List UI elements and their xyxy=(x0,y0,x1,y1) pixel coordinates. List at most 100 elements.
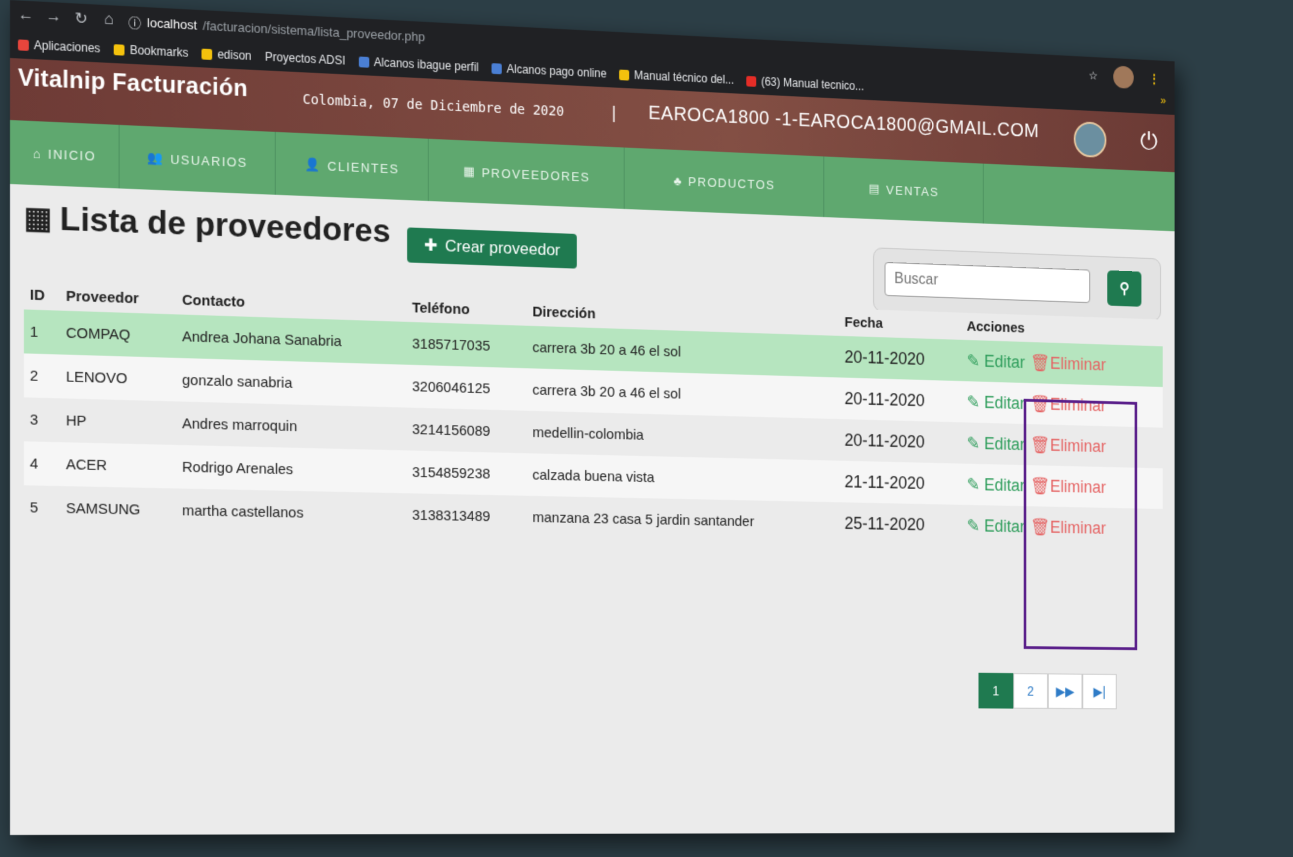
trash-icon: 🗑 xyxy=(1030,393,1051,414)
forward-icon[interactable]: → xyxy=(46,8,62,27)
trash-icon: 🗑 xyxy=(1030,352,1051,373)
pagination: 1 2 ▶▶ ▶| xyxy=(978,672,1117,710)
delete-label: Eliminar xyxy=(1050,353,1106,374)
menu-kebab-icon[interactable]: ⋮ xyxy=(1149,72,1159,85)
nav-item-inicio[interactable]: ⌂ INICIO xyxy=(10,120,120,189)
brand-title[interactable]: Vitalnip Facturación xyxy=(18,64,248,103)
delete-button[interactable]: 🗑Eliminar xyxy=(1030,353,1106,374)
delete-label: Eliminar xyxy=(1050,517,1106,538)
search-button[interactable]: ⚲ xyxy=(1107,270,1142,307)
logout-icon[interactable]: ⏻ xyxy=(1140,126,1158,156)
trash-icon: 🗑 xyxy=(1030,475,1051,496)
browser-window: ← → ↻ ⌂ ⓘ localhost/facturacion/sistema/… xyxy=(10,0,1175,835)
bookmark-label: Aplicaciones xyxy=(33,38,101,56)
cell-fecha: 20-11-2020 xyxy=(839,419,962,464)
edit-icon: ✎ xyxy=(966,433,985,453)
search-input[interactable] xyxy=(884,261,1091,304)
cell-telefono: 3185717035 xyxy=(406,321,527,369)
edit-button[interactable]: ✎ Editar xyxy=(967,351,1025,372)
bookmark-label: Alcanos ibague perfil xyxy=(373,55,479,75)
bookmark-icon xyxy=(358,55,370,68)
edit-icon: ✎ xyxy=(966,350,985,371)
delete-button[interactable]: 🗑Eliminar xyxy=(1030,476,1106,496)
cell-proveedor: COMPAQ xyxy=(59,310,177,358)
page-title-text: Lista de proveedores xyxy=(59,199,391,251)
star-icon[interactable]: ☆ xyxy=(1089,69,1098,82)
bookmark-item[interactable]: Proyectos ADSI xyxy=(265,50,345,68)
header-separator: | xyxy=(611,102,617,123)
bookmark-item[interactable]: Manual técnico del... xyxy=(619,68,734,87)
bookmark-item[interactable]: (63) Manual tecnico... xyxy=(746,74,865,94)
home-icon[interactable]: ⌂ xyxy=(101,11,117,30)
nav-icon: ⌂ xyxy=(32,145,43,161)
create-provider-button[interactable]: ✚ Crear proveedor xyxy=(407,227,577,269)
bookmark-icon xyxy=(619,69,630,81)
edit-button[interactable]: ✎ Editar xyxy=(967,433,1025,453)
bookmark-icon xyxy=(746,75,757,87)
bookmark-item[interactable]: Bookmarks xyxy=(114,42,188,60)
nav-item-productos[interactable]: ♣ PRODUCTOS xyxy=(624,147,825,218)
profile-avatar[interactable] xyxy=(1113,65,1134,89)
column-header: Proveedor xyxy=(59,281,177,315)
edit-label: Editar xyxy=(984,351,1026,372)
edit-icon: ✎ xyxy=(966,515,985,535)
bookmark-label: (63) Manual tecnico... xyxy=(761,74,865,94)
delete-label: Eliminar xyxy=(1050,435,1106,456)
edit-label: Editar xyxy=(984,433,1026,454)
delete-label: Eliminar xyxy=(1050,394,1106,415)
cell-fecha: 21-11-2020 xyxy=(839,460,962,505)
column-header: ID xyxy=(23,280,60,311)
bookmark-item[interactable]: Aplicaciones xyxy=(17,37,101,56)
cell-actions: ✎ Editar 🗑Eliminar xyxy=(961,381,1163,428)
edit-button[interactable]: ✎ Editar xyxy=(967,392,1025,412)
nav-icon: ▦ xyxy=(463,163,477,179)
last-page-icon[interactable]: ▶| xyxy=(1082,673,1117,710)
delete-label: Eliminar xyxy=(1050,476,1106,497)
nav-item-clientes[interactable]: 👤 CLIENTES xyxy=(275,131,429,202)
edit-icon: ✎ xyxy=(966,392,985,412)
user-avatar[interactable] xyxy=(1073,121,1107,158)
nav-label: VENTAS xyxy=(886,182,940,199)
delete-button[interactable]: 🗑Eliminar xyxy=(1030,435,1106,456)
cell-id: 2 xyxy=(23,353,60,399)
bookmark-item[interactable]: Alcanos pago online xyxy=(491,61,607,80)
cell-contacto: martha castellanos xyxy=(176,488,407,537)
column-header: Teléfono xyxy=(406,293,527,326)
trash-icon: 🗑 xyxy=(1030,516,1051,537)
bookmark-item[interactable]: Alcanos ibague perfil xyxy=(358,55,479,75)
bookmark-icon xyxy=(17,38,29,51)
bookmarks-more-icon[interactable]: » xyxy=(1160,94,1166,107)
cell-actions: ✎ Editar 🗑Eliminar xyxy=(961,422,1163,469)
delete-button[interactable]: 🗑Eliminar xyxy=(1030,517,1106,537)
page-link[interactable]: 2 xyxy=(1013,673,1048,709)
cell-actions: ✎ Editar 🗑Eliminar xyxy=(961,504,1163,550)
info-icon: ⓘ xyxy=(128,14,142,31)
url-path: /facturacion/sistema/lista_proveedor.php xyxy=(202,17,426,44)
nav-item-ventas[interactable]: ▤ VENTAS xyxy=(824,156,984,224)
edit-button[interactable]: ✎ Editar xyxy=(967,474,1025,494)
next-page-icon[interactable]: ▶▶ xyxy=(1047,673,1083,710)
cell-telefono: 3138313489 xyxy=(406,493,527,539)
back-icon[interactable]: ← xyxy=(18,6,34,25)
nav-item-proveedores[interactable]: ▦ PROVEEDORES xyxy=(428,138,625,209)
edit-button[interactable]: ✎ Editar xyxy=(967,516,1025,536)
page-link[interactable]: 1 xyxy=(978,672,1014,709)
cell-proveedor: HP xyxy=(59,398,177,445)
building-icon: ▦ xyxy=(23,201,53,236)
cell-proveedor: LENOVO xyxy=(59,354,177,402)
chrome-right-controls: ☆ ⋮ xyxy=(1089,64,1159,90)
edit-icon: ✎ xyxy=(966,474,985,494)
bookmark-item[interactable]: edison xyxy=(201,47,252,63)
nav-icon: ▤ xyxy=(868,181,881,196)
reload-icon[interactable]: ↻ xyxy=(73,8,89,29)
nav-icon: ♣ xyxy=(673,173,683,188)
nav-item-usuarios[interactable]: 👥 USUARIOS xyxy=(119,124,276,195)
cell-direccion: calzada buena vista xyxy=(526,453,840,503)
cell-proveedor: SAMSUNG xyxy=(59,486,177,532)
bookmark-label: Bookmarks xyxy=(129,43,189,60)
cell-id: 4 xyxy=(23,441,60,487)
delete-button[interactable]: 🗑Eliminar xyxy=(1030,394,1106,415)
cell-contacto: Andrea Johana Sanabria xyxy=(176,314,407,365)
cell-contacto: Rodrigo Arenales xyxy=(176,444,407,494)
cell-direccion: manzana 23 casa 5 jardin santander xyxy=(526,495,840,544)
